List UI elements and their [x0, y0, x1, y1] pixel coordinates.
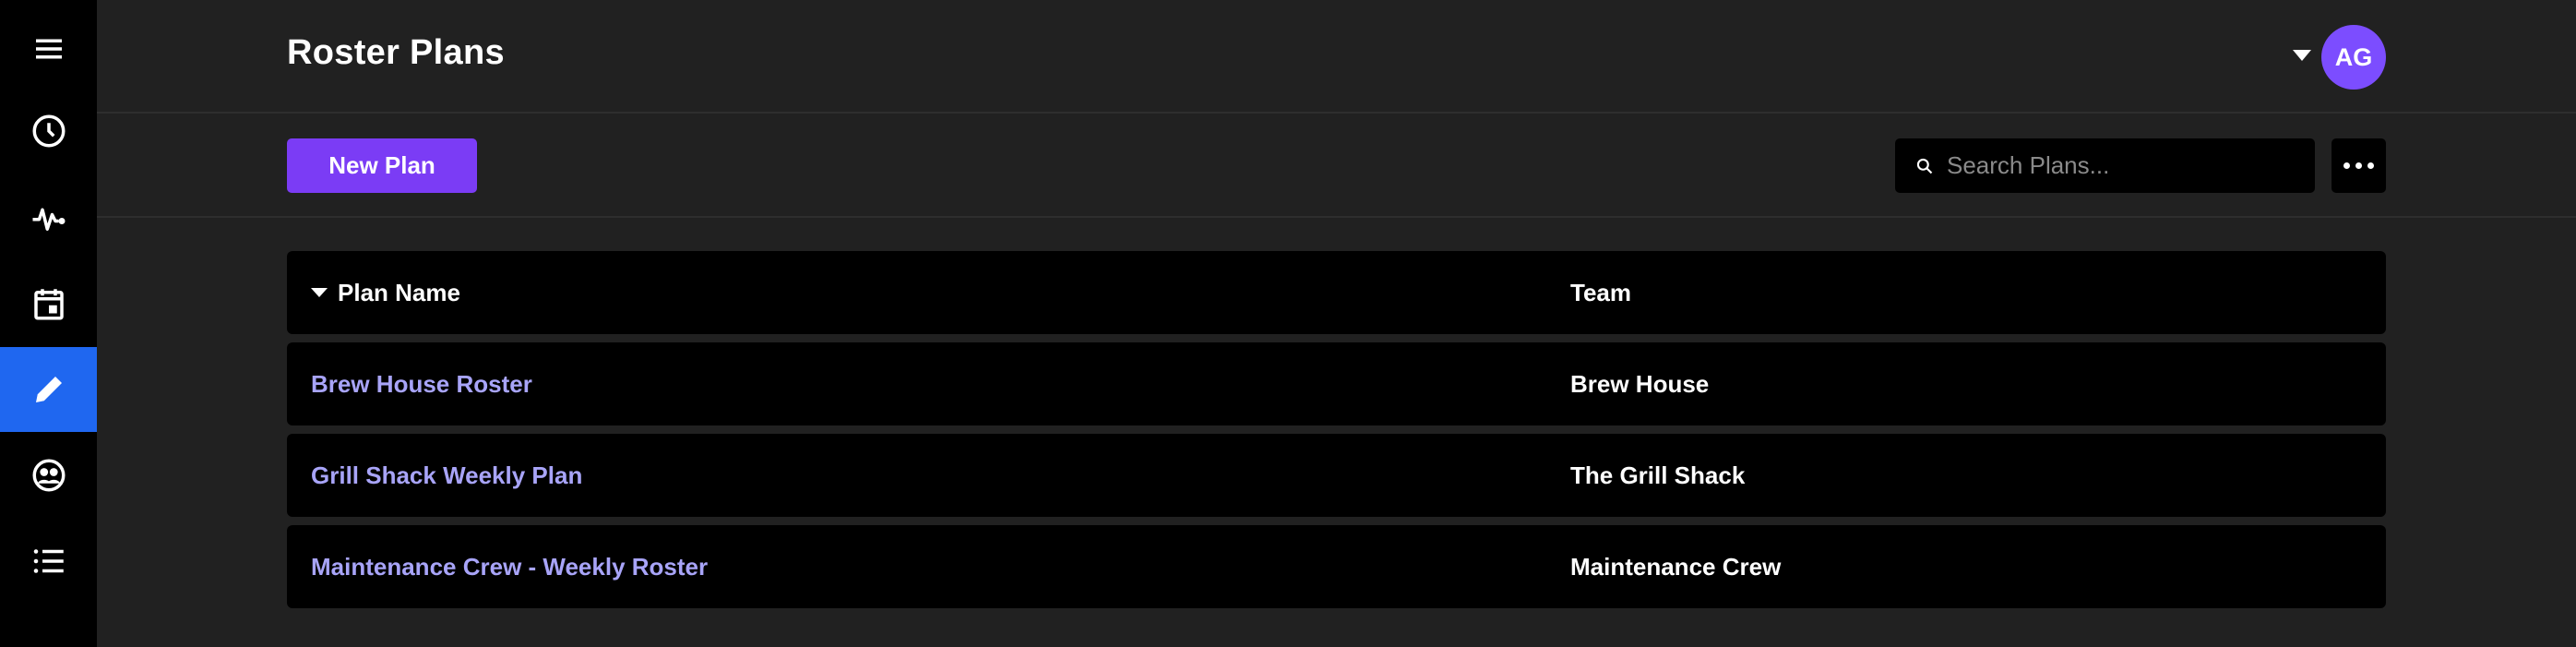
more-options-button[interactable] — [2332, 138, 2386, 193]
team-icon — [32, 459, 65, 492]
table-header-row: Plan Name Team — [287, 251, 2386, 334]
sidebar-item-team[interactable] — [0, 433, 97, 518]
list-icon — [33, 549, 64, 573]
table-row: Brew House Roster Brew House — [287, 342, 2386, 425]
sidebar-item-plans[interactable] — [0, 347, 97, 432]
dot — [2367, 162, 2374, 169]
dot — [2355, 162, 2362, 169]
team-cell: Brew House — [1570, 369, 1710, 398]
user-menu-caret-icon[interactable] — [2293, 50, 2311, 61]
page-title: Roster Plans — [287, 33, 505, 72]
sidebar-item-calendar[interactable] — [0, 261, 97, 346]
table-row: Maintenance Crew - Weekly Roster Mainten… — [287, 525, 2386, 608]
column-header-team[interactable]: Team — [1570, 251, 1631, 334]
column-header-label: Plan Name — [338, 278, 460, 306]
table-row: Grill Shack Weekly Plan The Grill Shack — [287, 434, 2386, 517]
clock-icon — [32, 114, 65, 148]
avatar[interactable]: AG — [2321, 25, 2386, 90]
pulse-icon — [32, 208, 65, 231]
app: Roster Plans AG New Plan Plan Name Team … — [0, 0, 2576, 647]
plan-name-link[interactable]: Maintenance Crew - Weekly Roster — [311, 525, 708, 608]
team-cell: Maintenance Crew — [1570, 552, 1782, 581]
search-input[interactable] — [1947, 151, 2297, 180]
team-cell: The Grill Shack — [1570, 461, 1746, 489]
plan-name-link[interactable]: Grill Shack Weekly Plan — [311, 434, 582, 517]
sidebar-item-clock[interactable] — [0, 89, 97, 174]
column-header-plan-name[interactable]: Plan Name — [311, 251, 460, 334]
new-plan-button[interactable]: New Plan — [287, 138, 477, 193]
search-box[interactable] — [1895, 138, 2315, 193]
toolbar: New Plan — [97, 115, 2576, 218]
avatar-initials: AG — [2334, 42, 2373, 71]
plans-table: Plan Name Team Brew House Roster Brew Ho… — [287, 251, 2386, 617]
search-icon — [1916, 158, 1933, 174]
sidebar-item-list[interactable] — [0, 519, 97, 604]
sidebar — [0, 0, 97, 647]
calendar-icon — [33, 289, 64, 320]
plan-name-link[interactable]: Brew House Roster — [311, 342, 532, 425]
sidebar-item-activity[interactable] — [0, 175, 97, 260]
pencil-icon — [35, 377, 62, 402]
sidebar-menu-button[interactable] — [0, 6, 97, 91]
menu-icon — [35, 39, 62, 59]
dot — [2343, 162, 2350, 169]
sort-desc-icon — [311, 288, 328, 297]
header: Roster Plans AG — [97, 0, 2576, 114]
